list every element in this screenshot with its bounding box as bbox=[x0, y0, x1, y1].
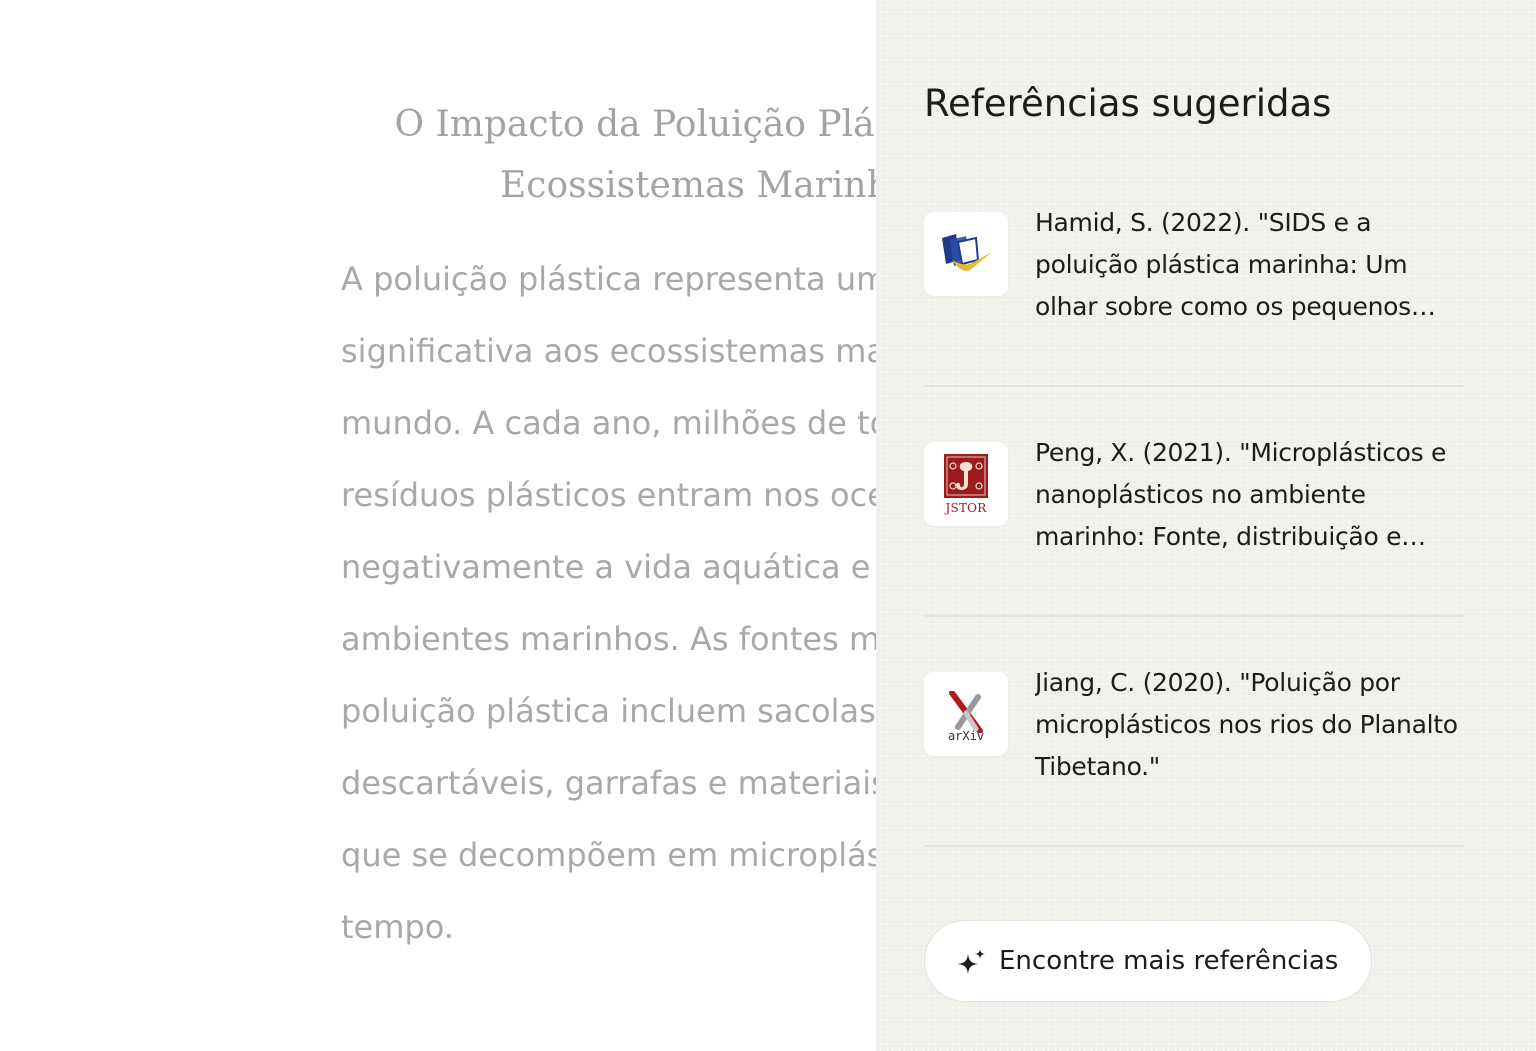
references-panel: Referências sugeridas Hamid, S. (2022). … bbox=[876, 0, 1536, 1051]
sids-book-icon bbox=[924, 212, 1008, 296]
jstor-logo-text: JSTOR bbox=[945, 500, 987, 515]
reference-citation: Hamid, S. (2022). "SIDS e a poluição plá… bbox=[1035, 208, 1411, 321]
find-more-references-button[interactable]: Encontre mais referências bbox=[924, 920, 1372, 1002]
divider bbox=[924, 845, 1464, 847]
divider bbox=[924, 615, 1464, 617]
reference-item[interactable]: arXiv Jiang, C. (2020). "Poluição por mi… bbox=[924, 620, 1464, 850]
panel-title: Referências sugeridas bbox=[924, 82, 1332, 125]
reference-citation: Jiang, C. (2020). "Poluição por microplá… bbox=[1035, 668, 1458, 781]
reference-item[interactable]: JSTOR Peng, X. (2021). "Microplásticos e… bbox=[924, 390, 1464, 620]
sparkle-icon bbox=[958, 949, 985, 974]
find-more-references-label: Encontre mais referências bbox=[999, 946, 1339, 976]
jstor-logo: JSTOR bbox=[924, 442, 1008, 526]
reference-item[interactable]: Hamid, S. (2022). "SIDS e a poluição plá… bbox=[924, 160, 1464, 390]
reference-citation: Peng, X. (2021). "Microplásticos e nanop… bbox=[1035, 438, 1447, 551]
arxiv-logo: arXiv bbox=[924, 672, 1008, 756]
arxiv-logo-text: arXiv bbox=[947, 729, 985, 743]
divider bbox=[924, 385, 1464, 387]
